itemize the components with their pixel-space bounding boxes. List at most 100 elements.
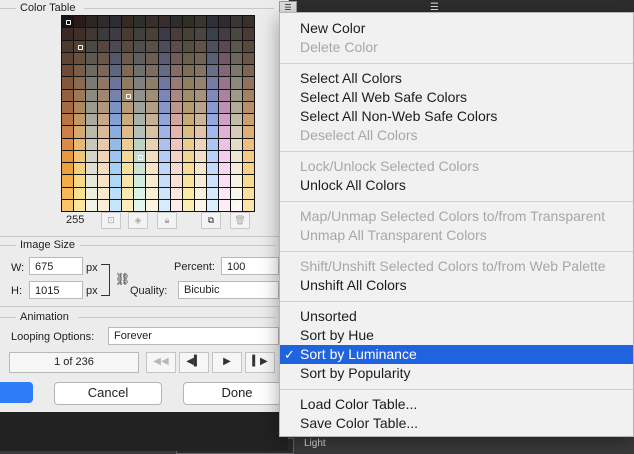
color-swatch[interactable] [122, 77, 134, 89]
color-swatch[interactable] [62, 28, 74, 40]
color-swatch[interactable] [98, 163, 110, 175]
menu-item-new-color[interactable]: New Color [280, 19, 633, 38]
color-swatch[interactable] [134, 16, 146, 28]
color-swatch[interactable] [146, 65, 158, 77]
color-swatch[interactable] [146, 138, 158, 150]
color-swatch[interactable] [206, 16, 218, 28]
color-swatch[interactable] [218, 101, 230, 113]
menu-item-unlock-all[interactable]: Unlock All Colors [280, 176, 633, 195]
color-swatch[interactable] [146, 101, 158, 113]
color-swatch[interactable] [62, 65, 74, 77]
color-swatch[interactable] [86, 187, 98, 199]
color-swatch[interactable] [206, 52, 218, 64]
color-swatch[interactable] [122, 138, 134, 150]
color-swatch[interactable] [74, 150, 86, 162]
color-swatch[interactable] [206, 126, 218, 138]
color-swatch[interactable] [122, 187, 134, 199]
color-swatch[interactable] [74, 114, 86, 126]
color-swatch[interactable] [86, 138, 98, 150]
color-swatch[interactable] [182, 187, 194, 199]
height-input[interactable]: 1015 [29, 281, 83, 299]
menu-item-sort-luminance[interactable]: ✓ Sort by Luminance [280, 345, 633, 364]
color-swatch[interactable] [122, 114, 134, 126]
color-swatch[interactable] [74, 187, 86, 199]
color-swatch[interactable] [74, 65, 86, 77]
color-swatch[interactable] [122, 150, 134, 162]
color-swatch[interactable] [182, 126, 194, 138]
color-swatch[interactable] [194, 175, 206, 187]
save-button[interactable] [0, 382, 33, 403]
color-swatch[interactable] [170, 175, 182, 187]
menu-item-sort-popularity[interactable]: Sort by Popularity [280, 364, 633, 383]
color-swatch[interactable] [170, 52, 182, 64]
looping-options-select[interactable]: Forever [108, 327, 279, 345]
new-color-button[interactable]: ⧉ [201, 212, 221, 229]
color-swatch[interactable] [110, 150, 122, 162]
color-swatch[interactable] [230, 163, 242, 175]
color-swatch[interactable] [170, 40, 182, 52]
web-shift-button[interactable]: ◈ [128, 212, 148, 229]
color-swatch[interactable] [170, 150, 182, 162]
color-swatch[interactable] [86, 65, 98, 77]
color-swatch[interactable] [98, 199, 110, 211]
color-swatch[interactable] [74, 126, 86, 138]
color-swatch[interactable] [62, 101, 74, 113]
color-swatch[interactable] [86, 150, 98, 162]
color-swatch[interactable] [122, 89, 134, 101]
color-swatch[interactable] [134, 40, 146, 52]
color-swatch[interactable] [122, 175, 134, 187]
color-swatch[interactable] [170, 199, 182, 211]
color-swatch[interactable] [182, 77, 194, 89]
color-swatch[interactable] [110, 187, 122, 199]
color-swatch[interactable] [218, 28, 230, 40]
color-swatch[interactable] [206, 65, 218, 77]
color-swatch[interactable] [182, 16, 194, 28]
next-frame-button[interactable]: ▍▶ [245, 352, 275, 373]
color-swatch[interactable] [230, 150, 242, 162]
color-swatch[interactable] [194, 187, 206, 199]
color-swatch[interactable] [110, 65, 122, 77]
color-swatch[interactable] [158, 16, 170, 28]
color-swatch[interactable] [230, 40, 242, 52]
color-swatch[interactable] [206, 101, 218, 113]
color-swatch[interactable] [122, 163, 134, 175]
done-button[interactable]: Done [183, 382, 291, 405]
color-swatch[interactable] [86, 199, 98, 211]
color-swatch[interactable] [230, 101, 242, 113]
color-swatch[interactable] [110, 28, 122, 40]
color-swatch[interactable] [182, 89, 194, 101]
menu-item-shift-web-palette[interactable]: Shift/Unshift Selected Colors to/from We… [280, 257, 633, 276]
color-swatch[interactable] [158, 175, 170, 187]
color-swatch[interactable] [134, 101, 146, 113]
color-swatch[interactable] [158, 187, 170, 199]
color-swatch[interactable] [146, 150, 158, 162]
color-swatch[interactable] [206, 163, 218, 175]
menu-item-unshift-all[interactable]: Unshift All Colors [280, 276, 633, 295]
color-swatch[interactable] [182, 163, 194, 175]
color-swatch[interactable] [98, 89, 110, 101]
color-swatch[interactable] [182, 138, 194, 150]
color-swatch[interactable] [194, 89, 206, 101]
color-swatch[interactable] [146, 126, 158, 138]
color-swatch[interactable] [146, 163, 158, 175]
color-swatch[interactable] [170, 114, 182, 126]
color-table-swatches[interactable] [61, 15, 255, 212]
color-swatch[interactable] [218, 163, 230, 175]
color-swatch[interactable] [86, 126, 98, 138]
color-swatch[interactable] [122, 28, 134, 40]
color-swatch[interactable] [122, 126, 134, 138]
color-swatch[interactable] [230, 175, 242, 187]
color-swatch[interactable] [62, 16, 74, 28]
width-input[interactable]: 675 [29, 257, 83, 275]
color-swatch[interactable] [86, 114, 98, 126]
color-swatch[interactable] [158, 199, 170, 211]
color-swatch[interactable] [206, 89, 218, 101]
color-swatch[interactable] [86, 77, 98, 89]
lock-color-button[interactable]: 🔒︎ [157, 212, 177, 229]
color-swatch[interactable] [146, 28, 158, 40]
color-swatch[interactable] [122, 65, 134, 77]
color-swatch[interactable] [62, 187, 74, 199]
color-swatch[interactable] [170, 101, 182, 113]
color-swatch[interactable] [158, 40, 170, 52]
color-swatch[interactable] [194, 77, 206, 89]
